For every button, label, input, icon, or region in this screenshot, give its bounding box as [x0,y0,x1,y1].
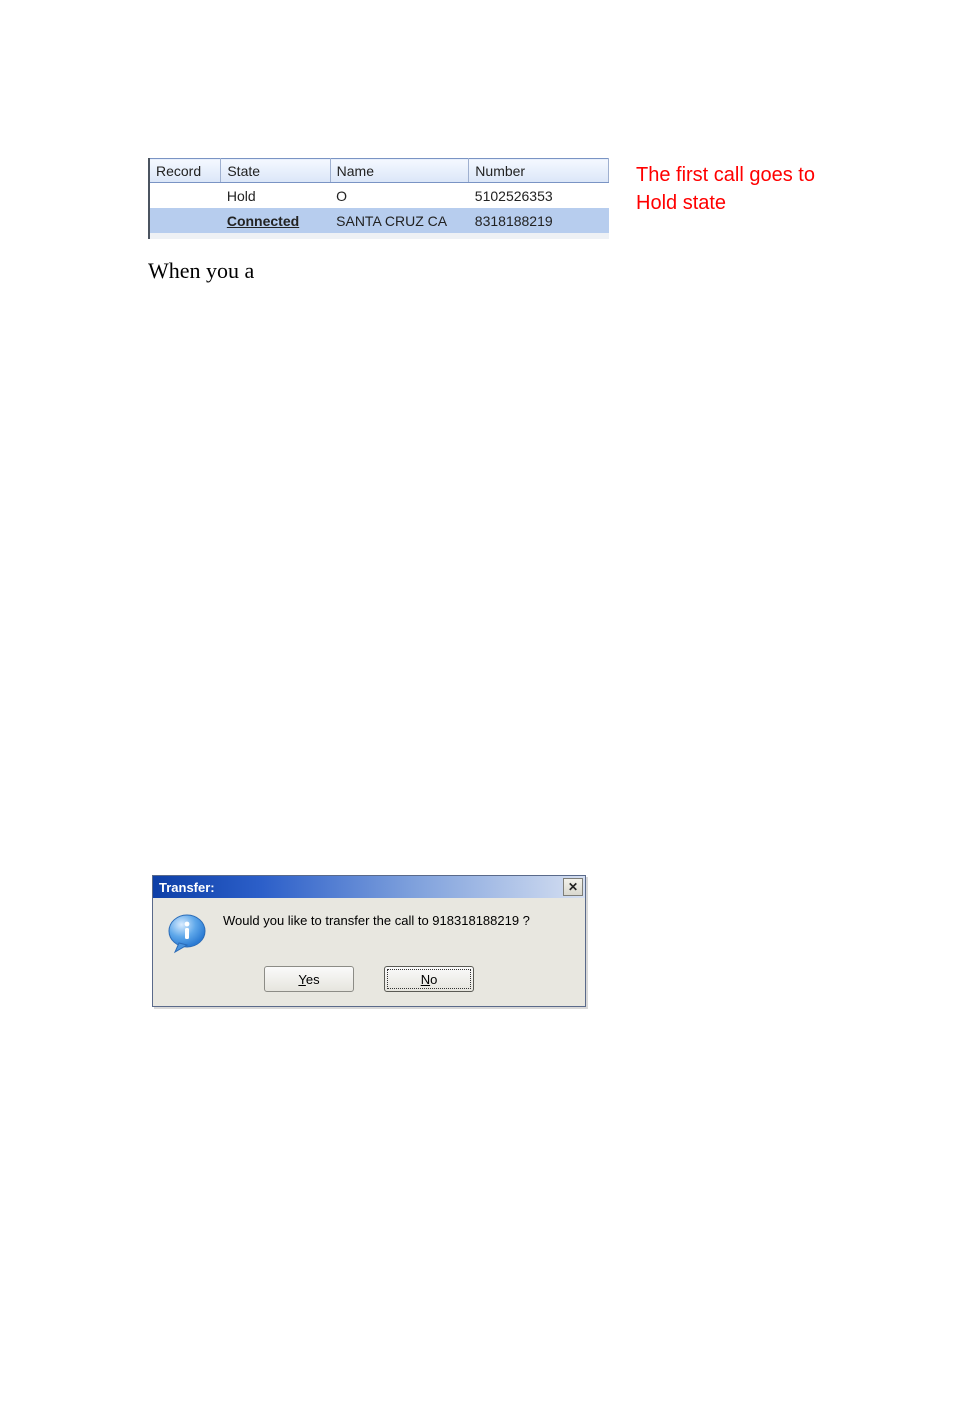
cell-name: O [330,183,469,209]
col-header-name[interactable]: Name [330,159,469,183]
cell-record [150,208,221,233]
annotation-text: The first call goes to Hold state [636,161,836,217]
col-header-number[interactable]: Number [469,159,609,183]
dialog-button-row: Yes No [153,962,585,1006]
col-header-state[interactable]: State [221,159,330,183]
close-icon: ✕ [568,880,578,894]
table-row[interactable]: Connected SANTA CRUZ CA 8318188219 [150,208,609,233]
cell-name: SANTA CRUZ CA [330,208,469,233]
dialog-title: Transfer: [159,880,215,895]
cell-number: 8318188219 [469,208,609,233]
cell-number: 5102526353 [469,183,609,209]
info-icon [167,912,209,954]
table-header-row: Record State Name Number [150,159,609,183]
transfer-dialog: Transfer: ✕ Would you like to trans [152,875,586,1007]
table-padding-row [150,233,609,239]
body-text: When you a [148,258,254,284]
yes-button-label: Yes [298,972,319,987]
cell-state: Connected [221,208,330,233]
call-table: Record State Name Number Hold O 51025263… [150,158,609,239]
cell-record [150,183,221,209]
close-button[interactable]: ✕ [563,878,583,896]
dialog-message: Would you like to transfer the call to 9… [223,912,530,954]
cell-state-text: Connected [227,213,299,229]
table-row[interactable]: Hold O 5102526353 [150,183,609,209]
cell-state: Hold [221,183,330,209]
col-header-record[interactable]: Record [150,159,221,183]
dialog-body: Would you like to transfer the call to 9… [153,898,585,962]
dialog-titlebar: Transfer: ✕ [153,876,585,898]
yes-button[interactable]: Yes [264,966,354,992]
call-list-table: Record State Name Number Hold O 51025263… [148,158,609,239]
no-button-label: No [421,972,438,987]
no-button[interactable]: No [384,966,474,992]
